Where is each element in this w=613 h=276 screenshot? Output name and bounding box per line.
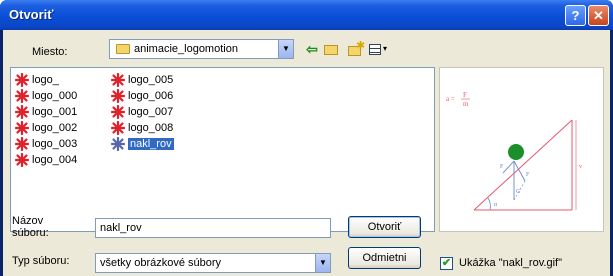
image-file-icon <box>14 120 30 136</box>
lookin-dropdown[interactable]: animacie_logomotion ▼ <box>109 39 294 59</box>
file-name: logo_ <box>32 74 59 86</box>
svg-text:F: F <box>526 172 530 178</box>
image-preview: a = F m α F F G v <box>439 67 604 232</box>
close-button[interactable]: ✕ <box>588 5 609 26</box>
chevron-down-icon[interactable]: ▼ <box>315 254 330 272</box>
chevron-down-icon[interactable]: ▼ <box>278 40 293 58</box>
title-bar[interactable]: Otvoriť ? ✕ <box>0 0 613 30</box>
svg-text:a =: a = <box>446 95 455 103</box>
preview-checkbox[interactable]: ✔ <box>440 257 453 270</box>
help-button[interactable]: ? <box>565 5 586 26</box>
file-item[interactable]: logo_003 <box>14 136 77 152</box>
new-folder-icon[interactable]: ✱ <box>347 40 365 57</box>
preview-image: a = F m α F F G v <box>446 91 582 211</box>
file-item[interactable]: logo_004 <box>14 152 77 168</box>
file-item[interactable]: logo_006 <box>110 88 173 104</box>
svg-text:α: α <box>494 202 498 208</box>
image-file-icon <box>14 152 30 168</box>
svg-text:G: G <box>516 189 521 195</box>
filename-label: Názov súboru: <box>12 215 49 239</box>
filename-input[interactable]: nakl_rov <box>95 218 331 238</box>
lookin-value: animacie_logomotion <box>134 43 238 55</box>
svg-text:F: F <box>500 164 504 170</box>
file-item[interactable]: logo_007 <box>110 104 173 120</box>
image-file-icon <box>14 136 30 152</box>
image-file-icon <box>110 136 126 152</box>
file-item[interactable]: logo_002 <box>14 120 77 136</box>
back-arrow-icon[interactable]: ⇦ <box>304 42 320 57</box>
image-file-icon <box>110 120 126 136</box>
filetype-label: Typ súboru: <box>12 255 70 267</box>
file-name: logo_004 <box>32 154 78 166</box>
file-name: logo_003 <box>32 138 78 150</box>
file-name: logo_005 <box>128 74 174 86</box>
file-name: nakl_rov <box>127 137 175 151</box>
file-item[interactable]: logo_000 <box>14 88 77 104</box>
file-item[interactable]: logo_008 <box>110 120 173 136</box>
file-item[interactable]: nakl_rov <box>110 136 175 152</box>
window-title: Otvoriť <box>9 7 54 22</box>
file-name: logo_000 <box>32 90 78 102</box>
inclined-plane-diagram: α F F G v <box>473 119 582 211</box>
image-file-icon <box>14 88 30 104</box>
image-file-icon <box>110 72 126 88</box>
file-list[interactable]: logo_ logo_000 logo_001 logo_002 logo_003 log… <box>10 67 435 232</box>
svg-text:m: m <box>463 100 469 108</box>
filetype-value: všetky obrázkové súbory <box>100 257 222 269</box>
file-item[interactable]: logo_005 <box>110 72 173 88</box>
svg-text:F: F <box>463 91 467 99</box>
file-name: logo_008 <box>128 122 174 134</box>
folder-icon <box>116 44 130 54</box>
open-dialog: Otvoriť ? ✕ Miesto: animacie_logomotion … <box>0 0 613 276</box>
lookin-label: Miesto: <box>32 46 68 58</box>
file-item[interactable]: logo_001 <box>14 104 77 120</box>
file-name: logo_007 <box>128 106 174 118</box>
file-name: logo_006 <box>128 90 174 102</box>
file-item[interactable]: logo_ <box>14 72 59 88</box>
image-file-icon <box>110 88 126 104</box>
dialog-body: Miesto: animacie_logomotion ▼ ⇦ ✱ ▾ logo… <box>3 30 610 276</box>
svg-text:v: v <box>579 164 582 170</box>
filetype-dropdown[interactable]: všetky obrázkové súbory ▼ <box>95 253 331 273</box>
preview-checkbox-label: Ukážka "nakl_rov.gif" <box>459 257 562 269</box>
image-file-icon <box>110 104 126 120</box>
open-button[interactable]: Otvoriť <box>348 216 421 238</box>
formula-text: a = F m <box>446 91 470 108</box>
file-name: logo_002 <box>32 122 78 134</box>
image-file-icon <box>14 72 30 88</box>
views-menu-icon[interactable]: ▾ <box>368 42 390 57</box>
file-name: logo_001 <box>32 106 78 118</box>
cancel-button[interactable]: Odmietni <box>348 247 421 269</box>
image-file-icon <box>14 104 30 120</box>
up-folder-icon[interactable] <box>323 42 339 57</box>
